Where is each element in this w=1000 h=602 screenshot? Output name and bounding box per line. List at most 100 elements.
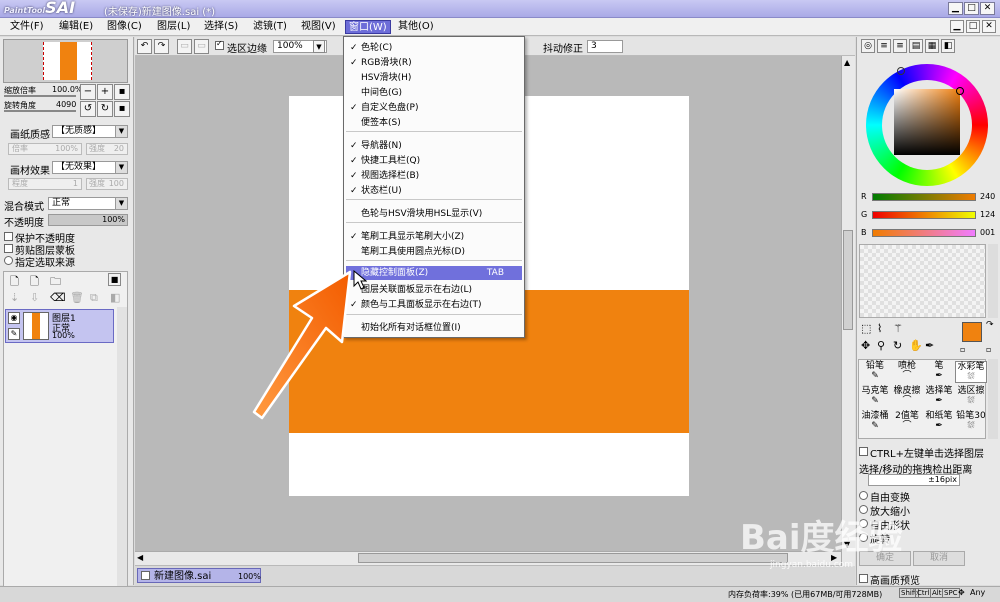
window-menu-item[interactable]: 便签本(S) [346,116,522,130]
lasso-icon[interactable]: ⌇ [877,322,882,335]
menu-view[interactable]: 视图(V) [301,20,336,34]
magic-wand-icon[interactable]: ⚚ [893,322,903,335]
zoom-slider[interactable] [4,95,76,97]
minimize-button[interactable]: ▁ [948,2,963,15]
layer-scrollbar[interactable] [117,307,127,587]
brush-tool[interactable]: 水彩笔 ⛆ [955,361,987,383]
hue-picker-marker[interactable] [897,67,905,75]
layer-panel-menu-icon[interactable]: ■ [108,273,121,286]
zoom-out-icon[interactable]: − [80,84,96,100]
g-slider[interactable] [872,211,976,219]
brush-tool[interactable]: 和纸笔 ✒ [923,411,955,433]
vertical-scroll-thumb[interactable] [843,230,853,330]
custom-swatch-grid[interactable] [859,244,986,318]
menu-edit[interactable]: 编辑(E) [59,20,93,34]
deselect-icon[interactable]: ▭ [177,39,192,54]
select-edge-checkbox[interactable]: ✓ [215,39,224,50]
brush-tool[interactable]: 橡皮擦 ⌒ [891,386,923,408]
transparent-color-icon[interactable]: ▫ [986,345,991,354]
hq-preview-checkbox[interactable] [859,574,868,583]
delete-layer-icon[interactable]: 🗑 [70,291,84,304]
ctrl-click-checkbox[interactable] [859,447,868,456]
scroll-up-icon[interactable]: ▲ [844,58,850,67]
brush-tool[interactable]: 铅笔 ✎ [859,361,891,383]
window-menu-item[interactable]: ✓ 色轮(C) [346,41,522,55]
material-degree-field[interactable]: 程度 1 [8,178,82,190]
r-slider[interactable] [872,193,976,201]
doc-minimize-button[interactable]: ▁ [950,20,964,33]
brush-tool[interactable]: 2值笔 ⌒ [891,411,923,433]
rotate-left-icon[interactable]: ↺ [80,101,96,117]
menu-select[interactable]: 选择(S) [204,20,238,34]
rotate-reset-icon[interactable]: ▪ [114,101,130,117]
move-icon[interactable]: ✥ [861,339,870,352]
paper-rate-field[interactable]: 倍率 100% [8,143,82,155]
undo-icon[interactable]: ↶ [137,39,152,54]
close-button[interactable]: ✕ [980,2,995,15]
window-menu-item[interactable]: 隐藏控制面板(Z) TAB [346,266,522,280]
window-menu-item[interactable]: 图层关联面板显示在右边(L) [346,283,522,297]
window-menu-item[interactable]: 笔刷工具使用圆点光标(D) [346,245,522,259]
window-menu-item[interactable]: ✓ 笔刷工具显示笔刷大小(Z) [346,230,522,244]
window-menu-item[interactable]: HSV滑块(H) [346,71,522,85]
duplicate-layer-icon[interactable]: ⧉ [90,291,98,305]
brush-tool[interactable]: 笔 ✒ [923,361,955,383]
horizontal-scroll-thumb[interactable] [358,553,788,563]
opacity-slider[interactable]: 100% [48,214,128,226]
window-menu-item[interactable]: ✓ 导航器(N) [346,139,522,153]
doc-restore-button[interactable]: □ [966,20,980,33]
menu-image[interactable]: 图像(C) [107,20,142,34]
swatch-scrollbar[interactable] [988,244,998,318]
zoom-in-icon[interactable]: + [97,84,113,100]
maximize-button[interactable]: □ [964,2,979,15]
window-menu-item[interactable]: 初始化所有对话框位置(I) [346,321,522,335]
redo-icon[interactable]: ↷ [154,39,169,54]
zoom-tool-icon[interactable]: ⚲ [877,339,885,352]
rect-select-icon[interactable]: ⬚ [861,322,871,335]
brush-tool[interactable]: 马克笔 ✎ [859,386,891,408]
hsv-slider-tab-icon[interactable]: ≡ [893,39,907,53]
hand-icon[interactable]: ✋ [909,339,923,352]
document-tab[interactable]: 新建图像.sai 100% [137,568,261,583]
paper-strength-field[interactable]: 强度 20 [86,143,128,155]
menu-file[interactable]: 文件(F) [10,20,44,34]
scroll-left-icon[interactable]: ◀ [137,553,143,562]
clear-layer-icon[interactable]: ⌫ [50,291,66,304]
eyedropper-icon[interactable]: ✒ [925,339,934,352]
window-menu-item[interactable]: ✓ 自定义色盘(P) [346,101,522,115]
new-folder-icon[interactable]: 🗀 [50,273,61,292]
free-transform-radio[interactable] [859,491,868,500]
merge-down-icon[interactable]: ⇩ [30,291,39,304]
window-menu-item[interactable]: ✓ 颜色与工具面板显示在右边(T) [346,298,522,312]
select-source-radio[interactable] [4,256,13,265]
brush-tool[interactable]: 铅笔30 ⛆ [955,411,987,433]
zoom-dropdown-icon[interactable]: ▼ [313,40,325,53]
material-select[interactable]: 【无效果】 ▼ [52,161,128,174]
tool-grid-scrollbar[interactable] [988,359,998,439]
window-menu-item[interactable]: ✓ 快捷工具栏(Q) [346,154,522,168]
rotate-tool-icon[interactable]: ↻ [893,339,902,352]
saturation-value-square[interactable] [894,89,960,155]
new-set-icon[interactable]: 🗋 [30,273,39,292]
blend-mode-select[interactable]: 正常 ▼ [48,197,128,210]
window-menu-item[interactable]: 中间色(G) [346,86,522,100]
drag-distance-slider[interactable]: ±16pix [868,474,960,486]
window-menu-item[interactable]: ✓ 视图选择栏(B) [346,169,522,183]
sv-picker-marker[interactable] [956,87,964,95]
angle-slider[interactable] [4,110,76,112]
menu-other[interactable]: 其他(O) [398,20,434,34]
mixer-tab-icon[interactable]: ▤ [909,39,923,53]
brush-tool[interactable]: 选择笔 ✒ [923,386,955,408]
brush-tool[interactable]: 选区擦 ⛆ [955,386,987,408]
reset-colors-icon[interactable]: ▫ [960,345,965,354]
invert-select-icon[interactable]: ▭ [194,39,209,54]
layer-mask-icon[interactable]: ◧ [110,291,120,304]
menu-window[interactable]: 窗口(W) [345,20,391,34]
window-menu-item[interactable]: 色轮与HSV滑块用HSL显示(V) [346,207,522,221]
swap-colors-icon[interactable]: ↷ [986,320,994,330]
doc-close-button[interactable]: ✕ [982,20,996,33]
protect-opacity-checkbox[interactable] [4,232,13,241]
clip-mask-checkbox[interactable] [4,244,13,253]
brush-tool[interactable]: 油漆桶 ✎ [859,411,891,433]
transfer-down-icon[interactable]: ⇣ [10,291,19,304]
